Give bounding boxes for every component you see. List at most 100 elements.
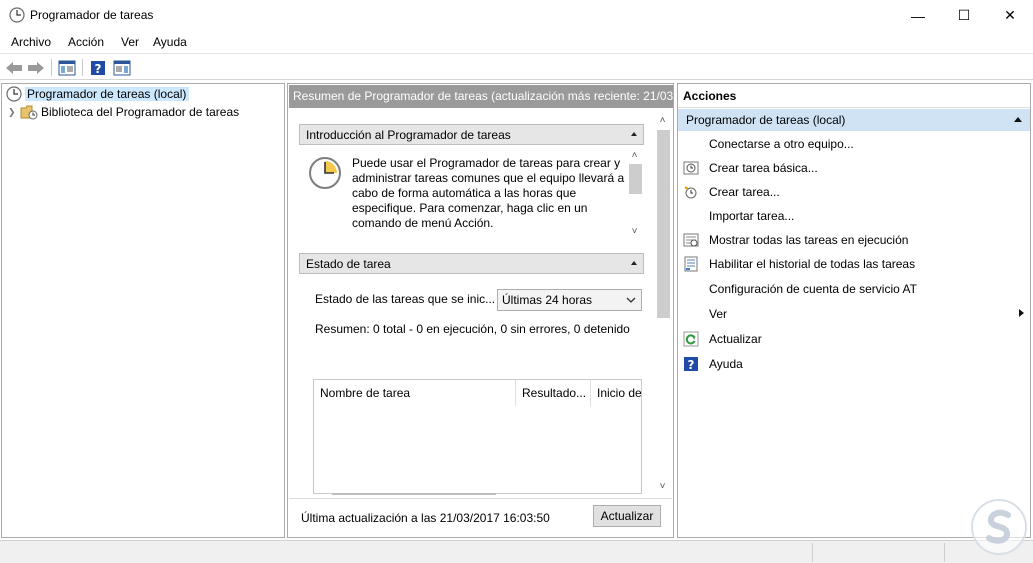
intro-scroll-down-icon[interactable]: ˅ bbox=[628, 226, 641, 237]
create-task-icon bbox=[683, 184, 699, 200]
help-icon: ? bbox=[683, 356, 699, 372]
console-tree-pane: Programador de tareas (local) ❯ Bibliote… bbox=[1, 83, 285, 538]
last-update-text: Última actualización a las 21/03/2017 16… bbox=[301, 511, 550, 525]
table-horizontal-scrollbar[interactable] bbox=[332, 493, 496, 495]
action-label: Importar tarea... bbox=[709, 209, 795, 223]
pane-scroll-up-icon[interactable]: ˄ bbox=[656, 115, 669, 126]
status-bar bbox=[0, 540, 1033, 563]
action-label: Configuración de cuenta de servicio AT bbox=[709, 282, 917, 296]
action-import-task[interactable]: Importar tarea... bbox=[678, 204, 1030, 228]
action-enable-history[interactable]: Habilitar el historial de todas las tare… bbox=[678, 252, 1030, 276]
action-help[interactable]: ? Ayuda bbox=[678, 352, 1030, 376]
refresh-button-label: Actualizar bbox=[600, 509, 654, 523]
column-header-result[interactable]: Resultado... bbox=[516, 380, 591, 406]
action-refresh[interactable]: Actualizar bbox=[678, 327, 1030, 351]
scheduler-clock-icon bbox=[309, 157, 341, 189]
tree-item-library[interactable]: ❯ Biblioteca del Programador de tareas bbox=[6, 103, 239, 121]
collapse-arrow-icon[interactable] bbox=[631, 261, 637, 265]
toolbar: ? bbox=[0, 53, 1033, 80]
help-icon: ? bbox=[91, 60, 105, 76]
close-button[interactable]: ✕ bbox=[987, 0, 1033, 31]
summary-header: Resumen de Programador de tareas (actual… bbox=[289, 85, 673, 108]
svg-text:?: ? bbox=[95, 62, 102, 76]
forward-arrow-icon bbox=[28, 61, 44, 74]
pane-scroll-down-icon[interactable]: ˅ bbox=[656, 481, 669, 492]
history-icon bbox=[683, 256, 699, 272]
title-bar: Programador de tareas — ☐ ✕ bbox=[0, 0, 1033, 31]
back-arrow-icon bbox=[6, 61, 22, 74]
status-filter-label: Estado de las tareas que se inic... bbox=[315, 292, 496, 306]
window-title: Programador de tareas bbox=[30, 8, 154, 22]
action-label: Habilitar el historial de todas las tare… bbox=[709, 257, 916, 271]
intro-scroll-up-icon[interactable]: ˄ bbox=[628, 150, 641, 161]
back-button[interactable] bbox=[4, 58, 24, 77]
minimize-icon: — bbox=[911, 7, 925, 24]
action-view[interactable]: Ver bbox=[678, 302, 1030, 326]
chevron-down-icon bbox=[626, 297, 636, 303]
menu-archivo[interactable]: Archivo bbox=[11, 35, 51, 49]
actions-header: Acciones bbox=[678, 84, 1030, 108]
action-create-basic-task[interactable]: Crear tarea básica... bbox=[678, 156, 1030, 180]
actions-subheader-label: Programador de tareas (local) bbox=[686, 113, 846, 127]
status-section-header[interactable]: Estado de tarea bbox=[299, 253, 644, 274]
menu-bar: Archivo Acción Ver Ayuda bbox=[0, 31, 1033, 53]
console-tree-icon bbox=[58, 60, 76, 75]
refresh-icon bbox=[683, 331, 699, 347]
action-label: Crear tarea básica... bbox=[709, 161, 818, 175]
running-tasks-icon bbox=[683, 232, 699, 248]
basic-task-icon bbox=[683, 160, 699, 176]
actions-pane: Acciones Programador de tareas (local) C… bbox=[677, 83, 1031, 538]
minimize-button[interactable]: — bbox=[895, 0, 941, 31]
svg-text:?: ? bbox=[688, 358, 695, 372]
toolbar-separator bbox=[82, 59, 83, 76]
show-hide-tree-button[interactable] bbox=[57, 58, 77, 77]
action-create-task[interactable]: Crear tarea... bbox=[678, 180, 1030, 204]
status-period-value: Últimas 24 horas bbox=[502, 293, 593, 307]
maximize-button[interactable]: ☐ bbox=[941, 0, 987, 31]
action-label: Ver bbox=[709, 307, 728, 321]
intro-scroll-thumb[interactable] bbox=[629, 164, 642, 194]
menu-ayuda[interactable]: Ayuda bbox=[153, 35, 187, 49]
clock-icon bbox=[9, 7, 25, 23]
tree-item-root[interactable]: Programador de tareas (local) bbox=[6, 85, 190, 103]
menu-ver[interactable]: Ver bbox=[121, 35, 139, 49]
column-header-start[interactable]: Inicio de bbox=[591, 380, 641, 406]
expand-chevron-icon[interactable]: ❯ bbox=[8, 107, 20, 118]
refresh-button[interactable]: Actualizar bbox=[593, 505, 661, 527]
action-connect[interactable]: Conectarse a otro equipo... bbox=[678, 132, 1030, 156]
collapse-arrow-icon[interactable] bbox=[631, 132, 637, 136]
toolbar-separator bbox=[51, 59, 52, 76]
status-segment bbox=[812, 543, 944, 562]
action-pane-icon bbox=[113, 60, 131, 75]
action-show-running[interactable]: Mostrar todas las tareas en ejecución bbox=[678, 228, 1030, 252]
pane-scroll-thumb[interactable] bbox=[657, 130, 670, 318]
submenu-arrow-icon bbox=[1019, 309, 1024, 317]
menu-accion[interactable]: Acción bbox=[68, 35, 104, 49]
task-table: Nombre de tarea Resultado... Inicio de bbox=[313, 379, 642, 495]
action-label: Conectarse a otro equipo... bbox=[709, 137, 854, 151]
collapse-arrow-icon[interactable] bbox=[1014, 117, 1022, 122]
summary-counts: Resumen: 0 total - 0 en ejecución, 0 sin… bbox=[315, 322, 630, 336]
intro-section-header[interactable]: Introducción al Programador de tareas bbox=[299, 124, 644, 145]
summary-pane: Resumen de Programador de tareas (actual… bbox=[287, 83, 674, 538]
clock-icon bbox=[6, 86, 22, 102]
status-period-select[interactable]: Últimas 24 horas bbox=[497, 289, 642, 311]
intro-text: Puede usar el Programador de tareas para… bbox=[352, 156, 625, 230]
help-button[interactable]: ? bbox=[88, 58, 108, 77]
action-label: Actualizar bbox=[709, 332, 762, 346]
column-header-name[interactable]: Nombre de tarea bbox=[314, 380, 516, 406]
actions-subheader[interactable]: Programador de tareas (local) bbox=[678, 109, 1030, 131]
tree-item-library-label: Biblioteca del Programador de tareas bbox=[41, 105, 240, 119]
show-hide-action-pane-button[interactable] bbox=[112, 58, 132, 77]
action-label: Ayuda bbox=[709, 357, 743, 371]
pane-divider bbox=[289, 498, 672, 499]
status-section-title: Estado de tarea bbox=[306, 257, 391, 271]
action-label: Mostrar todas las tareas en ejecución bbox=[709, 233, 909, 247]
intro-section-title: Introducción al Programador de tareas bbox=[306, 128, 511, 142]
folder-clock-icon bbox=[20, 105, 38, 120]
watermark-logo bbox=[971, 499, 1027, 555]
action-at-service-config[interactable]: Configuración de cuenta de servicio AT bbox=[678, 277, 1030, 301]
action-label: Crear tarea... bbox=[709, 185, 780, 199]
forward-button[interactable] bbox=[26, 58, 46, 77]
close-icon: ✕ bbox=[1004, 7, 1016, 23]
